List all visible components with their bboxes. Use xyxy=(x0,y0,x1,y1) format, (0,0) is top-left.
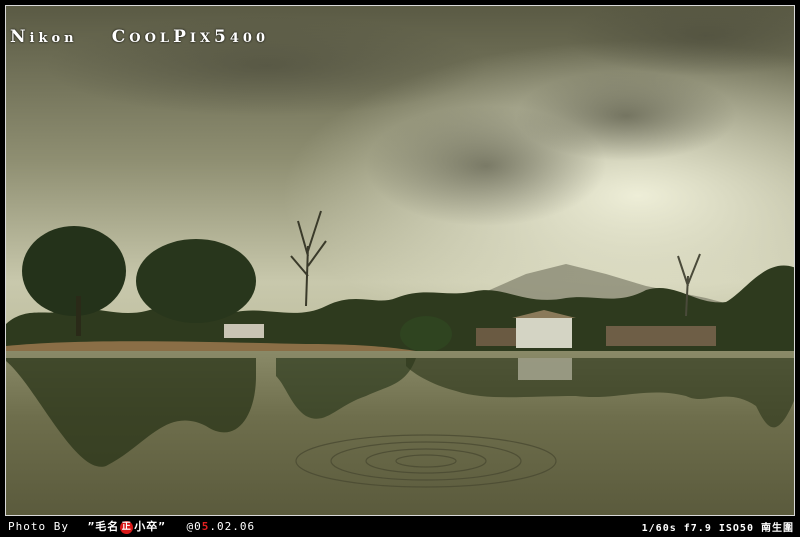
caption-bar: Photo By ”毛名正小卒” @05.02.06 1/60s f7.9 IS… xyxy=(0,516,800,537)
camera-watermark: Nikon COOLPIX5400 xyxy=(10,27,269,47)
tree xyxy=(136,239,256,323)
author-name: ”毛名正小卒” xyxy=(87,520,166,534)
landscape-photo xyxy=(5,5,795,516)
model-ix: IX xyxy=(189,31,215,46)
model-p: P xyxy=(173,27,190,47)
stilt-house xyxy=(476,328,516,346)
bush xyxy=(400,316,452,352)
photo-date: @05.02.06 xyxy=(186,520,255,533)
house-reflection xyxy=(518,358,572,380)
model-ool: OOL xyxy=(129,31,174,46)
photo-credit: Photo By ”毛名正小卒” @05.02.06 xyxy=(8,518,255,534)
date-rest: .02.06 xyxy=(209,520,256,533)
model-c: C xyxy=(111,27,130,47)
model-400: 400 xyxy=(229,31,270,46)
exif-info: 1/60s f7.9 ISO50 南生圍 xyxy=(641,523,794,534)
stilt-house xyxy=(606,326,716,346)
brand-initial: N xyxy=(10,27,30,47)
tree-trunk xyxy=(76,296,81,336)
white-house xyxy=(516,318,572,348)
photo-by-label: Photo By xyxy=(8,520,69,533)
tree xyxy=(22,226,126,316)
model-5: 5 xyxy=(214,27,230,47)
photo-frame: Nikon COOLPIX5400 Photo By ”毛名正小卒” @05.0… xyxy=(0,0,800,537)
brand-rest: ikon xyxy=(29,31,78,46)
scene-illustration xyxy=(6,6,794,515)
dark-cloud xyxy=(516,71,736,161)
date-at: @0 xyxy=(186,520,202,533)
hut xyxy=(224,324,264,338)
author-pre: ”毛名 xyxy=(87,520,120,533)
author-post: 小卒” xyxy=(134,520,166,533)
author-seal-icon: 正 xyxy=(120,520,134,534)
